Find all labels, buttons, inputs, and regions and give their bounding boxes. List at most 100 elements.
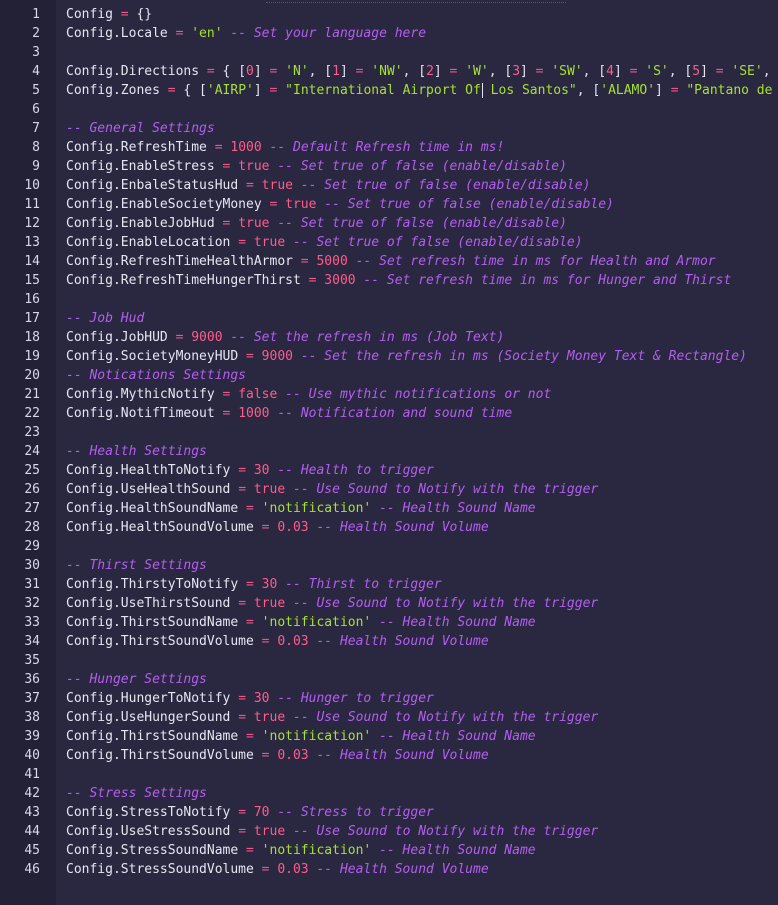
line-number: 23 bbox=[24, 425, 40, 440]
line-number: 16 bbox=[24, 292, 40, 307]
code-line[interactable]: Config.NotifTimeout = 1000 -- Notificati… bbox=[66, 404, 512, 423]
line-number: 36 bbox=[24, 672, 40, 687]
comment: -- Use Sound to Notify with the trigger bbox=[285, 824, 599, 839]
operator: = bbox=[214, 216, 239, 231]
code-line[interactable]: Config.Locale = 'en' -- Set your languag… bbox=[66, 24, 426, 43]
string-literal: 'en' bbox=[191, 26, 223, 41]
code-line[interactable]: -- Health Settings bbox=[66, 442, 207, 461]
number-literal: 1000 bbox=[230, 140, 262, 155]
code-line[interactable]: Config.RefreshTimeHealthArmor = 5000 -- … bbox=[66, 252, 716, 271]
code-line[interactable]: Config.StressSoundVolume = 0.03 -- Healt… bbox=[66, 860, 489, 879]
code-area[interactable]: Config = {} Config.Locale = 'en' -- Set y… bbox=[56, 0, 778, 905]
code-text: Config.RefreshTimeHealthArmor bbox=[66, 254, 293, 269]
number-literal: 9000 bbox=[261, 349, 293, 364]
line-number: 28 bbox=[24, 520, 40, 535]
code-text: { [ bbox=[183, 83, 207, 98]
operator: = bbox=[238, 577, 262, 592]
code-line[interactable]: Config.ThirstyToNotify = 30 -- Thirst to… bbox=[66, 575, 442, 594]
operator: = bbox=[441, 64, 466, 79]
operator: = bbox=[261, 64, 286, 79]
code-text: Config.HealthSoundName bbox=[66, 501, 239, 516]
comment: -- Notification and sound time bbox=[269, 406, 513, 421]
code-line[interactable]: Config.HungerToNotify = 30 -- Hunger to … bbox=[66, 689, 434, 708]
code-line[interactable]: Config.RefreshTime = 1000 -- Default Ref… bbox=[66, 138, 504, 157]
code-line[interactable]: -- Job Hud bbox=[66, 309, 144, 328]
operator: = bbox=[238, 615, 262, 630]
code-line[interactable]: Config.UseThirstSound = true -- Use Soun… bbox=[66, 594, 598, 613]
code-line[interactable]: Config.EnableSocietyMoney = true -- Set … bbox=[66, 195, 614, 214]
code-line[interactable]: Config.ThirstSoundVolume = 0.03 -- Healt… bbox=[66, 746, 489, 765]
code-line[interactable]: Config.ThirstSoundName = 'notification' … bbox=[66, 727, 536, 746]
operator: = bbox=[238, 178, 262, 193]
code-line[interactable]: Config.EnbaleStatusHud = true -- Set tru… bbox=[66, 176, 590, 195]
operator: = bbox=[707, 64, 732, 79]
operator: = bbox=[292, 254, 317, 269]
code-line[interactable]: -- Stress Settings bbox=[66, 784, 207, 803]
code-line[interactable]: Config.UseHealthSound = true -- Use Soun… bbox=[66, 480, 598, 499]
line-number: 14 bbox=[24, 254, 40, 269]
line-number-gutter: 1 2 3 4 5 6 7 8 9 10 11 12 13 14 15 16 17 18 19 20 21 22 23 24 2… bbox=[0, 0, 56, 905]
line-number: 34 bbox=[24, 634, 40, 649]
code-line[interactable]: Config.JobHUD = 9000 -- Set the refresh … bbox=[66, 328, 504, 347]
code-line[interactable]: -- General Settings bbox=[66, 119, 215, 138]
string-literal: 'SE' bbox=[731, 64, 763, 79]
code-line[interactable]: Config.StressToNotify = 70 -- Stress to … bbox=[66, 803, 434, 822]
code-line[interactable]: Config.UseHungerSound = true -- Use Soun… bbox=[66, 708, 598, 727]
number-literal: 30 bbox=[261, 577, 278, 592]
comment: -- Hunger Settings bbox=[66, 672, 207, 687]
line-number: 3 bbox=[32, 45, 40, 60]
code-editor[interactable]: 1 2 3 4 5 6 7 8 9 10 11 12 13 14 15 16 17 18 19 20 21 22 23 24 2… bbox=[0, 0, 778, 905]
code-line[interactable]: Config.UseStressSound = true -- Use Soun… bbox=[66, 822, 598, 841]
code-line[interactable]: Config.HealthToNotify = 30 -- Health to … bbox=[66, 461, 434, 480]
comment: -- Health Sound Volume bbox=[308, 748, 489, 763]
line-number: 43 bbox=[24, 805, 40, 820]
code-line[interactable]: Config.HealthSoundVolume = 0.03 -- Healt… bbox=[66, 518, 489, 537]
string-literal: 'ALAMO' bbox=[600, 83, 656, 98]
comment: -- Use Sound to Notify with the trigger bbox=[285, 482, 599, 497]
line-number: 46 bbox=[24, 862, 40, 877]
line-number: 1 bbox=[32, 7, 40, 22]
code-text: Config.Zones bbox=[66, 83, 160, 98]
code-line[interactable]: Config.HealthSoundName = 'notification' … bbox=[66, 499, 536, 518]
operator: = bbox=[230, 596, 254, 611]
code-line[interactable]: Config.Directions = { [0] = 'N', [1] = '… bbox=[66, 62, 778, 81]
number-literal: 3000 bbox=[324, 273, 356, 288]
operator: = bbox=[238, 843, 262, 858]
code-text: Config.StressSoundName bbox=[66, 843, 239, 858]
string-literal: "International Airport Of bbox=[285, 83, 481, 98]
line-number: 17 bbox=[24, 311, 40, 326]
code-line[interactable]: Config.EnableStress = true -- Set true o… bbox=[66, 157, 567, 176]
comment: -- General Settings bbox=[66, 121, 215, 136]
code-line[interactable]: Config.EnableJobHud = true -- Set true o… bbox=[66, 214, 567, 233]
number-literal: 0.03 bbox=[277, 634, 309, 649]
line-number: 21 bbox=[24, 387, 40, 402]
code-line[interactable]: Config.ThirstSoundName = 'notification' … bbox=[66, 613, 536, 632]
code-line[interactable]: -- Hunger Settings bbox=[66, 670, 207, 689]
string-literal: "Pantano de al bbox=[686, 83, 773, 98]
operator: = bbox=[230, 691, 254, 706]
comment: -- Set true of false (enable/disable) bbox=[292, 178, 591, 193]
code-line[interactable]: Config.EnableLocation = true -- Set true… bbox=[66, 233, 583, 252]
code-line[interactable]: Config.SocietyMoneyHUD = 9000 -- Set the… bbox=[66, 347, 747, 366]
number-literal: 0 bbox=[246, 64, 254, 79]
operator: = bbox=[167, 26, 192, 41]
code-line[interactable]: Config = {} bbox=[66, 5, 152, 24]
code-line[interactable]: -- Thirst Settings bbox=[66, 556, 207, 575]
comment: -- Health Sound Volume bbox=[308, 862, 489, 877]
comment: -- Job Hud bbox=[66, 311, 145, 326]
code-line[interactable]: Config.RefreshTimeHungerThirst = 3000 --… bbox=[66, 271, 731, 290]
code-line[interactable]: Config.MythicNotify = false -- Use mythi… bbox=[66, 385, 551, 404]
code-line[interactable]: Config.ThirstSoundVolume = 0.03 -- Healt… bbox=[66, 632, 489, 651]
code-line[interactable]: Config.StressSoundName = 'notification' … bbox=[66, 841, 536, 860]
code-line[interactable]: -- Notications Settings bbox=[66, 366, 246, 385]
string-literal: 'S' bbox=[645, 64, 669, 79]
code-text: Config.JobHUD bbox=[66, 330, 168, 345]
code-line[interactable]: Config.Zones = { ['AIRP'] = "Internation… bbox=[66, 81, 778, 100]
line-number: 37 bbox=[24, 691, 40, 706]
code-text: Config.ThirstSoundName bbox=[66, 615, 239, 630]
boolean-literal: true bbox=[253, 710, 286, 725]
comment: -- Thirst Settings bbox=[66, 558, 207, 573]
comment: -- Health Sound Volume bbox=[308, 634, 489, 649]
comment: -- Stress Settings bbox=[66, 786, 207, 801]
line-number: 5 bbox=[32, 83, 40, 98]
